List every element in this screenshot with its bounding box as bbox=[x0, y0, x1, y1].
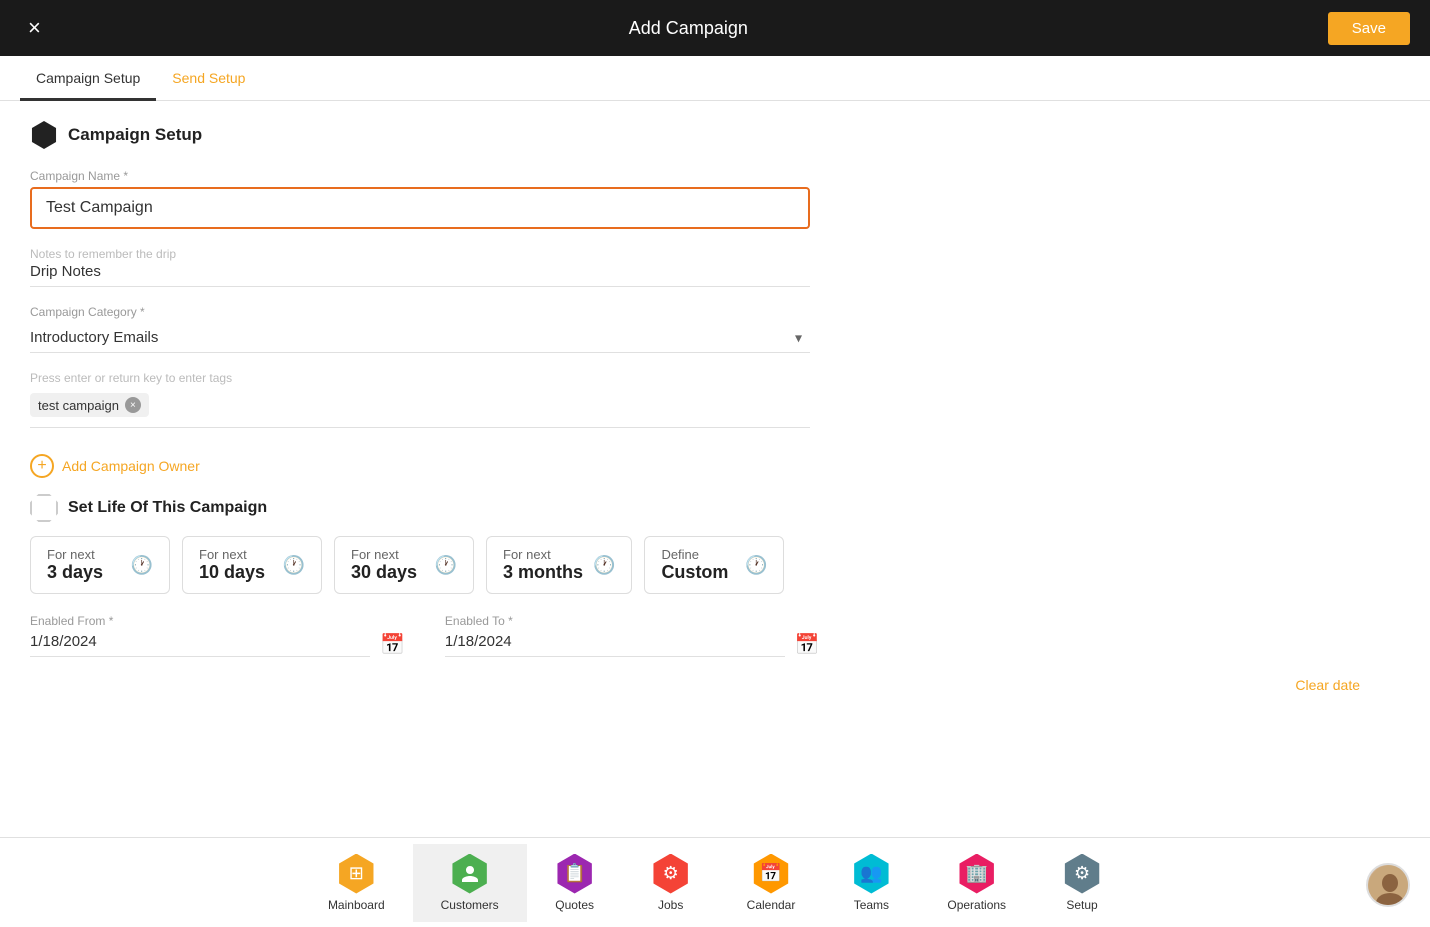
enabled-from-label: Enabled From * bbox=[30, 614, 405, 628]
section-title: Campaign Setup bbox=[68, 125, 202, 145]
nav-label-operations: Operations bbox=[947, 898, 1006, 912]
calendar-icon[interactable]: 📅 bbox=[795, 632, 820, 657]
nav-item-mainboard[interactable]: ⊞ Mainboard bbox=[300, 844, 413, 922]
customers-icon bbox=[450, 854, 490, 894]
life-card-30days[interactable]: For next 30 days 🕐 bbox=[334, 536, 474, 594]
life-card-text: For next 3 days bbox=[47, 547, 103, 583]
enabled-to-field: Enabled To * 1/18/2024 📅 bbox=[445, 614, 820, 657]
enabled-from-wrapper: 1/18/2024 📅 bbox=[30, 632, 405, 657]
enabled-to-wrapper: 1/18/2024 📅 bbox=[445, 632, 820, 657]
life-card-line2: 3 days bbox=[47, 562, 103, 583]
plus-icon: + bbox=[30, 454, 54, 478]
campaign-name-input[interactable] bbox=[30, 187, 810, 229]
category-field: Campaign Category * Introductory Emails … bbox=[30, 305, 1400, 353]
life-card-line2: 30 days bbox=[351, 562, 417, 583]
nav-item-quotes[interactable]: 📋 Quotes bbox=[527, 844, 623, 922]
nav-label-calendar: Calendar bbox=[747, 898, 796, 912]
save-button[interactable]: Save bbox=[1328, 12, 1410, 45]
tags-area: Press enter or return key to enter tags … bbox=[30, 371, 810, 428]
clock-icon: 🕐 bbox=[435, 555, 457, 576]
add-owner-label: Add Campaign Owner bbox=[62, 458, 200, 474]
tag-item: test campaign × bbox=[30, 393, 149, 417]
setup-icon: ⚙ bbox=[1062, 854, 1102, 894]
page-title: Add Campaign bbox=[49, 18, 1328, 39]
life-card-line2: 3 months bbox=[503, 562, 583, 583]
enabled-from-value[interactable]: 1/18/2024 bbox=[30, 633, 370, 657]
life-heading: Set Life Of This Campaign bbox=[30, 494, 1400, 522]
drip-notes-value[interactable]: Drip Notes bbox=[30, 263, 810, 287]
clock-icon: 🕐 bbox=[593, 555, 615, 576]
clock-icon: 🕐 bbox=[131, 555, 153, 576]
bottom-nav: ⊞ Mainboard Customers 📋 Quotes ⚙ Jobs 📅 … bbox=[0, 837, 1430, 927]
enabled-from-field: Enabled From * 1/18/2024 📅 bbox=[30, 614, 405, 657]
life-card-text: For next 10 days bbox=[199, 547, 265, 583]
drip-notes-label: Notes to remember the drip bbox=[30, 247, 1400, 261]
life-card-line2: 10 days bbox=[199, 562, 265, 583]
quotes-icon: 📋 bbox=[555, 854, 595, 894]
campaign-name-label: Campaign Name * bbox=[30, 169, 1400, 183]
life-card-3days[interactable]: For next 3 days 🕐 bbox=[30, 536, 170, 594]
life-options: For next 3 days 🕐 For next 10 days 🕐 For… bbox=[30, 536, 1400, 594]
drip-notes-field: Notes to remember the drip Drip Notes bbox=[30, 247, 1400, 287]
life-title: Set Life Of This Campaign bbox=[68, 499, 267, 517]
enabled-to-value[interactable]: 1/18/2024 bbox=[445, 633, 785, 657]
nav-item-teams[interactable]: 👥 Teams bbox=[823, 844, 919, 922]
nav-label-mainboard: Mainboard bbox=[328, 898, 385, 912]
nav-label-teams: Teams bbox=[854, 898, 889, 912]
life-card-10days[interactable]: For next 10 days 🕐 bbox=[182, 536, 322, 594]
set-life-section: Set Life Of This Campaign For next 3 day… bbox=[30, 494, 1400, 693]
nav-label-customers: Customers bbox=[441, 898, 499, 912]
nav-item-operations[interactable]: 🏢 Operations bbox=[919, 844, 1034, 922]
operations-icon: 🏢 bbox=[957, 854, 997, 894]
category-label: Campaign Category * bbox=[30, 305, 1400, 319]
avatar[interactable] bbox=[1366, 863, 1410, 907]
life-card-line1: For next bbox=[503, 547, 583, 562]
calendar-nav-icon: 📅 bbox=[751, 854, 791, 894]
clear-date-button[interactable]: Clear date bbox=[30, 677, 1400, 693]
life-card-text: Define Custom bbox=[661, 547, 728, 583]
tag-remove-button[interactable]: × bbox=[125, 397, 141, 413]
clock-icon: 🕐 bbox=[283, 555, 305, 576]
form-area: Campaign Setup Campaign Name * Notes to … bbox=[0, 101, 1430, 837]
octagon-icon bbox=[30, 494, 58, 522]
life-card-line1: For next bbox=[47, 547, 103, 562]
category-select-wrapper: Introductory Emails ▾ bbox=[30, 323, 810, 353]
main-content: Campaign Setup Send Setup Campaign Setup… bbox=[0, 56, 1430, 837]
life-card-text: For next 30 days bbox=[351, 547, 417, 583]
life-card-text: For next 3 months bbox=[503, 547, 583, 583]
close-button[interactable]: × bbox=[20, 11, 49, 45]
life-card-line1: For next bbox=[199, 547, 265, 562]
nav-item-jobs[interactable]: ⚙ Jobs bbox=[623, 844, 719, 922]
nav-label-quotes: Quotes bbox=[555, 898, 594, 912]
nav-label-setup: Setup bbox=[1066, 898, 1097, 912]
app-header: × Add Campaign Save bbox=[0, 0, 1430, 56]
jobs-icon: ⚙ bbox=[651, 854, 691, 894]
nav-item-calendar[interactable]: 📅 Calendar bbox=[719, 844, 824, 922]
teams-icon: 👥 bbox=[851, 854, 891, 894]
section-heading: Campaign Setup bbox=[30, 121, 1400, 149]
date-row: Enabled From * 1/18/2024 📅 Enabled To * … bbox=[30, 614, 1400, 657]
life-card-custom[interactable]: Define Custom 🕐 bbox=[644, 536, 784, 594]
life-card-line1: Define bbox=[661, 547, 728, 562]
avatar-wrapper[interactable] bbox=[1366, 863, 1410, 907]
tab-bar: Campaign Setup Send Setup bbox=[0, 56, 1430, 101]
section-icon bbox=[30, 121, 58, 149]
nav-item-setup[interactable]: ⚙ Setup bbox=[1034, 844, 1130, 922]
clock-icon: 🕐 bbox=[745, 555, 767, 576]
life-card-3months[interactable]: For next 3 months 🕐 bbox=[486, 536, 632, 594]
add-campaign-owner-button[interactable]: + Add Campaign Owner bbox=[30, 444, 200, 494]
mainboard-icon: ⊞ bbox=[336, 854, 376, 894]
life-card-line1: For next bbox=[351, 547, 417, 562]
nav-label-jobs: Jobs bbox=[658, 898, 683, 912]
campaign-name-field: Campaign Name * bbox=[30, 169, 1400, 229]
tags-label: Press enter or return key to enter tags bbox=[30, 371, 810, 385]
tab-campaign-setup[interactable]: Campaign Setup bbox=[20, 56, 156, 101]
enabled-to-label: Enabled To * bbox=[445, 614, 820, 628]
tab-send-setup[interactable]: Send Setup bbox=[156, 56, 261, 101]
calendar-icon[interactable]: 📅 bbox=[380, 632, 405, 657]
nav-item-customers[interactable]: Customers bbox=[413, 844, 527, 922]
category-select[interactable]: Introductory Emails bbox=[30, 323, 810, 353]
life-card-line2: Custom bbox=[661, 562, 728, 583]
tag-label: test campaign bbox=[38, 398, 119, 413]
